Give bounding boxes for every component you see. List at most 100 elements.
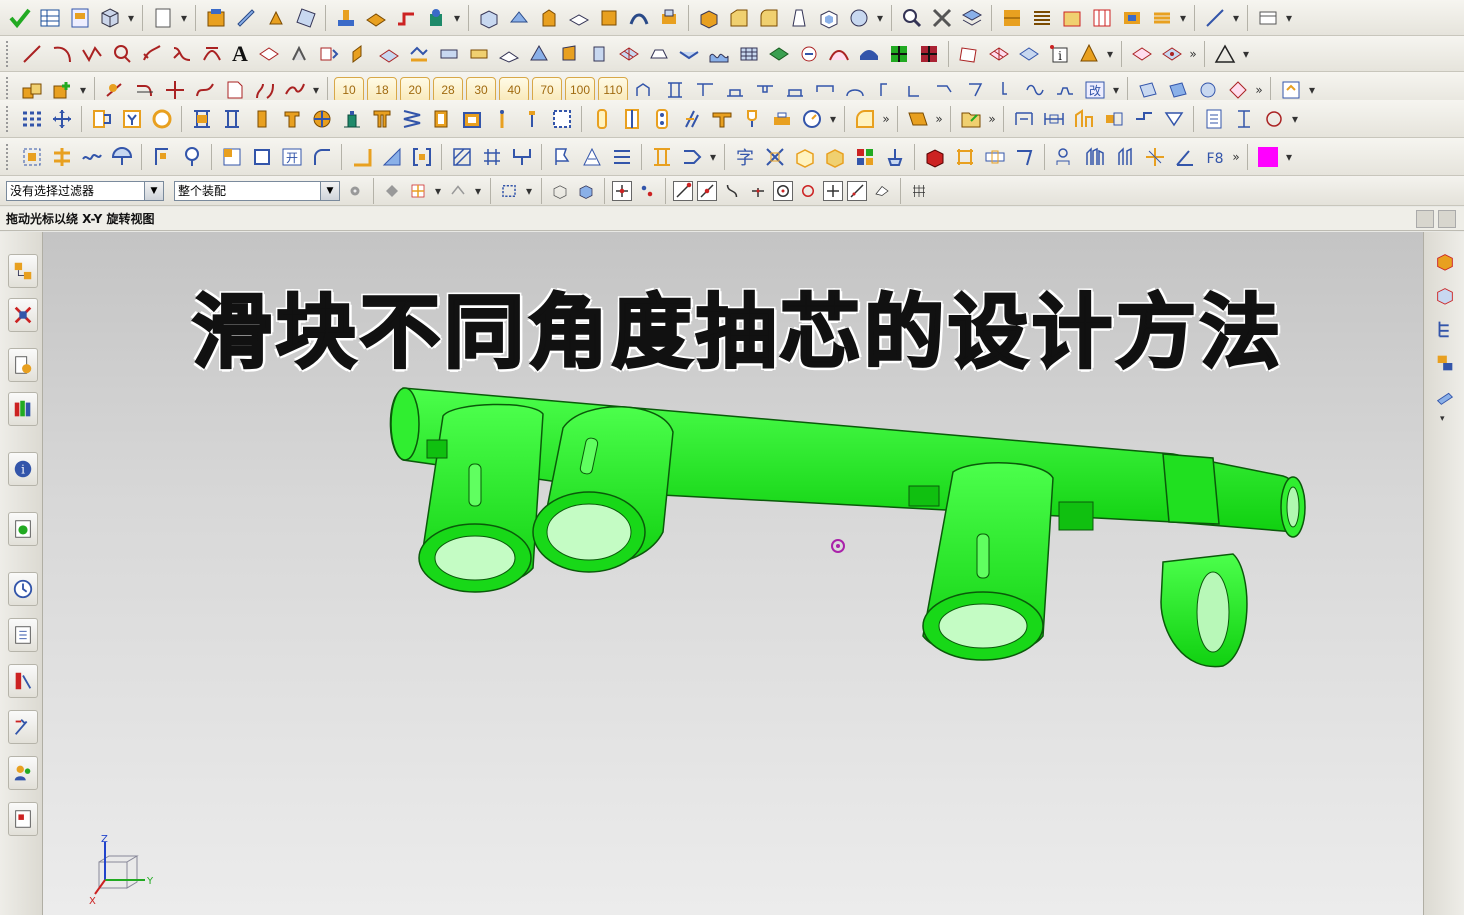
chevron-down-icon[interactable]: ▾ bbox=[708, 150, 718, 164]
graphics-window[interactable]: 滑块不同角度抽芯的设计方法 Z Y X bbox=[43, 232, 1423, 915]
chevron-down-icon[interactable]: ▾ bbox=[433, 184, 443, 198]
dim-angle-icon[interactable] bbox=[1070, 105, 1097, 132]
dim-ordinate-icon[interactable] bbox=[1130, 105, 1157, 132]
profile-7-icon[interactable] bbox=[811, 76, 838, 103]
wire-body-icon[interactable] bbox=[549, 180, 571, 202]
table-tool-icon[interactable] bbox=[648, 143, 675, 170]
curvature-icon[interactable] bbox=[825, 40, 852, 67]
chevron-down-icon[interactable]: ▾ bbox=[126, 11, 136, 25]
rod-icon[interactable] bbox=[588, 105, 615, 132]
spring-icon[interactable] bbox=[398, 105, 425, 132]
view-cube-icon[interactable] bbox=[96, 4, 123, 31]
fork-icon[interactable] bbox=[508, 143, 535, 170]
split-grid-icon[interactable] bbox=[915, 40, 942, 67]
mold-wizard-icon[interactable] bbox=[998, 4, 1025, 31]
chevron-down-icon[interactable]: ▾ bbox=[1105, 47, 1115, 61]
chevron-down-icon[interactable]: ▾ bbox=[524, 184, 534, 198]
tools-icon[interactable] bbox=[928, 4, 955, 31]
datum-plane-icon[interactable] bbox=[955, 40, 982, 67]
face-3-icon[interactable] bbox=[1194, 76, 1221, 103]
mold-base-icon[interactable] bbox=[202, 4, 229, 31]
chevron-down-icon[interactable]: ▾ bbox=[1231, 11, 1241, 25]
screw-icon[interactable] bbox=[458, 105, 485, 132]
circle-tool-icon[interactable] bbox=[108, 40, 135, 67]
chevron-down-icon[interactable]: ▾ bbox=[1178, 11, 1188, 25]
person-tool-icon[interactable] bbox=[1051, 143, 1078, 170]
grid-snap-icon[interactable] bbox=[908, 180, 930, 202]
toolbar-grip[interactable] bbox=[6, 143, 12, 170]
gauge-icon[interactable] bbox=[798, 105, 825, 132]
square-outline-icon[interactable] bbox=[248, 143, 275, 170]
snap-midpoint-icon[interactable] bbox=[697, 180, 717, 201]
chevron-down-icon[interactable]: ▾ bbox=[1290, 112, 1300, 126]
profile-13-icon[interactable] bbox=[991, 76, 1018, 103]
ruled-icon[interactable] bbox=[495, 40, 522, 67]
table-icon[interactable] bbox=[36, 4, 63, 31]
point-tool-icon[interactable] bbox=[285, 40, 312, 67]
locating-ring-icon[interactable] bbox=[148, 105, 175, 132]
dim-linear-icon[interactable] bbox=[1010, 105, 1037, 132]
check-grid-icon[interactable] bbox=[885, 40, 912, 67]
profile-8-icon[interactable] bbox=[841, 76, 868, 103]
mold-plate-1-icon[interactable] bbox=[88, 105, 115, 132]
bracket-pair-icon[interactable] bbox=[408, 143, 435, 170]
chevron-down-icon[interactable]: ▾ bbox=[473, 184, 483, 198]
core-icon[interactable] bbox=[1148, 4, 1175, 31]
angled-pin-icon[interactable] bbox=[678, 105, 705, 132]
chevron-right-icon[interactable]: » bbox=[1254, 83, 1264, 97]
chevron-down-icon[interactable]: ▼ bbox=[320, 181, 339, 200]
toolbar-grip[interactable] bbox=[6, 40, 12, 67]
wave-split-icon[interactable] bbox=[78, 143, 105, 170]
offset-curve-icon[interactable] bbox=[138, 40, 165, 67]
plates-icon[interactable] bbox=[1028, 4, 1055, 31]
chevron-down-icon[interactable]: ▾ bbox=[1241, 47, 1251, 61]
wedge-icon[interactable] bbox=[378, 143, 405, 170]
palettes-icon[interactable] bbox=[8, 802, 38, 836]
draft-icon[interactable] bbox=[785, 4, 812, 31]
chevron-down-icon[interactable]: ▾ bbox=[311, 83, 321, 97]
frame-icon[interactable] bbox=[1058, 4, 1085, 31]
split-body-icon[interactable] bbox=[48, 143, 75, 170]
hook-icon[interactable] bbox=[738, 105, 765, 132]
green-grid-icon[interactable] bbox=[765, 40, 792, 67]
analysis-icon[interactable] bbox=[795, 40, 822, 67]
sprue-bushing-icon[interactable] bbox=[188, 105, 215, 132]
corner-1-icon[interactable] bbox=[148, 143, 175, 170]
chevron-down-icon[interactable]: ▾ bbox=[828, 112, 838, 126]
sew-icon[interactable] bbox=[405, 40, 432, 67]
datum-surface-icon[interactable] bbox=[1015, 40, 1042, 67]
standard-part-20[interactable]: 20 bbox=[400, 76, 430, 103]
chevron-down-icon[interactable]: ▾ bbox=[1111, 83, 1121, 97]
thicken-icon[interactable] bbox=[435, 40, 462, 67]
measure-icon[interactable] bbox=[898, 4, 925, 31]
block-icon[interactable] bbox=[475, 4, 502, 31]
pocket-icon[interactable] bbox=[595, 4, 622, 31]
standard-part-70[interactable]: 70 bbox=[532, 76, 562, 103]
roles-icon[interactable] bbox=[8, 756, 38, 790]
profile-11-icon[interactable] bbox=[931, 76, 958, 103]
swept-icon[interactable] bbox=[525, 40, 552, 67]
standard-part-28[interactable]: 28 bbox=[433, 76, 463, 103]
quarter-icon[interactable] bbox=[218, 143, 245, 170]
chevron-down-icon[interactable]: ▾ bbox=[1440, 414, 1445, 424]
n-sided-icon[interactable] bbox=[555, 40, 582, 67]
profile-10-icon[interactable] bbox=[901, 76, 928, 103]
constraint-navigator-icon[interactable] bbox=[8, 298, 38, 332]
cube-view-icon[interactable] bbox=[1432, 248, 1458, 274]
face-2-icon[interactable] bbox=[1164, 76, 1191, 103]
runner-icon[interactable] bbox=[362, 4, 389, 31]
clamp-icon[interactable] bbox=[768, 105, 795, 132]
snap-intersection-icon[interactable] bbox=[747, 180, 769, 202]
bend-icon[interactable] bbox=[1011, 143, 1038, 170]
points-array-icon[interactable] bbox=[18, 105, 45, 132]
chevron-down-icon[interactable]: ▾ bbox=[179, 11, 189, 25]
bound-box-icon[interactable] bbox=[18, 143, 45, 170]
slot-icon[interactable] bbox=[981, 143, 1008, 170]
blend-icon[interactable] bbox=[755, 4, 782, 31]
green-part-model[interactable] bbox=[43, 232, 1423, 915]
snap-on-face-icon[interactable] bbox=[871, 180, 893, 202]
info-icon[interactable]: i bbox=[1045, 40, 1072, 67]
cavity-icon[interactable] bbox=[1118, 4, 1145, 31]
stack-icon[interactable] bbox=[655, 4, 682, 31]
circle-outline-icon[interactable] bbox=[1260, 105, 1287, 132]
